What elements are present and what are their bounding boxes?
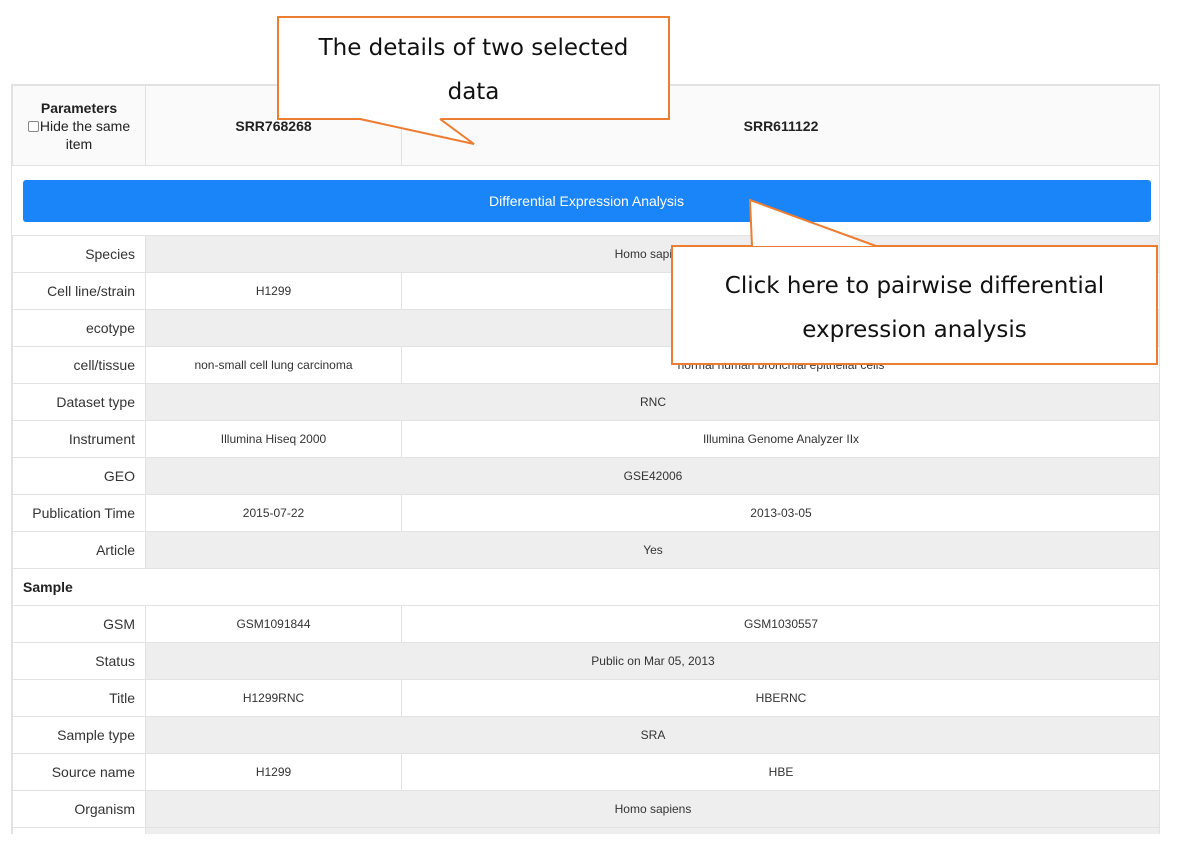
row-value-shared: GSE42006	[145, 457, 1159, 495]
row-value-sample-a: H1299	[145, 753, 402, 791]
action-cell: Differential Expression Analysis	[12, 165, 1159, 236]
comparison-table: Parameters Hide the same item SRR768268 …	[12, 85, 1159, 834]
row-value-sample-b: 2013-03-05	[401, 494, 1159, 532]
row-value-sample-b: GSM1030557	[401, 605, 1159, 643]
table-row: Publication Time 2015-07-22 2013-03-05	[12, 494, 1159, 532]
row-label: Status	[12, 642, 146, 680]
row-label: Publication Time	[12, 494, 146, 532]
callout-right-line-2: expression analysis	[802, 317, 1027, 343]
row-value-shared: RNC	[145, 383, 1159, 421]
row-label: Instrument	[12, 420, 146, 458]
callout-top-line-1: The details of two selected	[318, 35, 629, 61]
row-label: Article	[12, 531, 146, 569]
row-value-sample-a: non-small cell lung carcinoma	[145, 346, 402, 384]
row-value-sample-a: Illumina Hiseq 2000	[145, 420, 402, 458]
row-label: Source name	[12, 753, 146, 791]
row-label: Sample type	[12, 716, 146, 754]
row-label: ecotype	[12, 309, 146, 347]
table-row: GSM GSM1091844 GSM1030557	[12, 605, 1159, 643]
comparison-table-container: Parameters Hide the same item SRR768268 …	[11, 84, 1160, 834]
hide-same-control[interactable]: Hide the same item	[13, 117, 145, 153]
row-value-shared: Homo sapiens	[145, 790, 1159, 828]
table-row: Sample type SRA	[12, 716, 1159, 754]
sample-section-title: Sample	[12, 568, 1159, 606]
callout-top-line-2: data	[447, 79, 500, 105]
row-label: Dataset type	[12, 383, 146, 421]
table-row: Instrument Illumina Hiseq 2000 Illumina Ge…	[12, 420, 1159, 458]
parameters-header: Parameters Hide the same item	[12, 85, 146, 166]
table-row: Organism Homo sapiens	[12, 790, 1159, 828]
row-value-shared: SRA	[145, 716, 1159, 754]
action-row: Differential Expression Analysis	[12, 165, 1159, 236]
hide-same-label: Hide the same item	[39, 117, 131, 152]
section-header-row: Sample	[12, 568, 1159, 606]
row-value-sample-b: Illumina Genome Analyzer IIx	[401, 420, 1159, 458]
table-row: Title H1299RNC HBERNC	[12, 679, 1159, 717]
row-label: Cell line/strain	[12, 272, 146, 310]
row-value-sample-b: HBE	[401, 753, 1159, 791]
row-value-sample-a: H1299	[145, 272, 402, 310]
row-value-sample-b: HBERNC	[401, 679, 1159, 717]
row-label: Species	[12, 235, 146, 273]
parameters-label: Parameters	[40, 99, 118, 116]
callout-selected-data: The details of two selected data	[277, 16, 670, 120]
row-label: Title	[12, 679, 146, 717]
row-label: Organism	[12, 790, 146, 828]
row-label	[12, 827, 146, 834]
table-row	[12, 827, 1159, 834]
differential-expression-button[interactable]: Differential Expression Analysis	[22, 179, 1151, 222]
table-row: GEO GSE42006	[12, 457, 1159, 495]
row-label: GSM	[12, 605, 146, 643]
hide-same-checkbox[interactable]	[27, 120, 39, 132]
row-label: cell/tissue	[12, 346, 146, 384]
comparison-page: Parameters Hide the same item SRR768268 …	[0, 0, 1182, 863]
row-value-shared: Public on Mar 05, 2013	[145, 642, 1159, 680]
callout-right-line-1: Click here to pairwise differential	[724, 273, 1105, 299]
row-value-sample-a: GSM1091844	[145, 605, 402, 643]
table-row: Source name H1299 HBE	[12, 753, 1159, 791]
row-value-sample-a: H1299RNC	[145, 679, 402, 717]
row-value-sample-a: 2015-07-22	[145, 494, 402, 532]
row-value-shared	[145, 827, 1159, 834]
table-row: Article Yes	[12, 531, 1159, 569]
row-label: GEO	[12, 457, 146, 495]
callout-differential-analysis: Click here to pairwise differential expr…	[671, 245, 1158, 365]
table-row: Status Public on Mar 05, 2013	[12, 642, 1159, 680]
row-value-shared: Yes	[145, 531, 1159, 569]
table-row: Dataset type RNC	[12, 383, 1159, 421]
